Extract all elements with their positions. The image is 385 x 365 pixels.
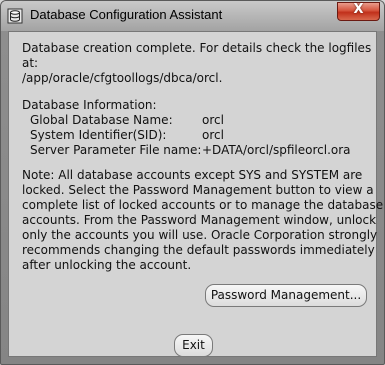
close-button[interactable]: X (337, 2, 380, 21)
completion-message-line: Database creation complete. For details … (22, 41, 372, 55)
info-value-sid: orcl (202, 128, 224, 142)
info-value-spfile: +DATA/orcl/spfileorcl.ora (202, 143, 351, 157)
completion-message-line: at: (22, 56, 39, 70)
exit-button[interactable]: Exit (174, 334, 213, 357)
password-management-button[interactable]: Password Management... (205, 284, 367, 307)
database-icon (7, 8, 23, 24)
dialog-window: Database Configuration Assistant X Datab… (0, 0, 385, 365)
database-info-heading: Database Information: (22, 98, 157, 112)
info-label-sid: System Identifier(SID): (30, 128, 167, 142)
info-label-spfile: Server Parameter File name: (30, 143, 202, 157)
info-value-global-name: orcl (202, 113, 224, 127)
window-title: Database Configuration Assistant (30, 7, 223, 22)
note-line: recommends changing the default password… (22, 243, 375, 257)
title-bar[interactable]: Database Configuration Assistant X (1, 1, 384, 31)
note-line: only the accounts you will use. Oracle C… (22, 228, 378, 242)
note-line: locked. Select the Password Management b… (22, 183, 374, 197)
logfile-path: /app/oracle/cfgtoollogs/dbca/orcl. (22, 71, 223, 85)
info-label-global-name: Global Database Name: (30, 113, 173, 127)
close-icon: X (353, 2, 364, 17)
note-line: Note: All database accounts except SYS a… (22, 168, 363, 182)
note-line: after unlocking the account. (22, 258, 192, 272)
note-line: complete list of locked accounts or to m… (22, 198, 384, 212)
dialog-content: Database creation complete. For details … (8, 31, 383, 357)
note-line: accounts. From the Password Management w… (22, 213, 377, 227)
